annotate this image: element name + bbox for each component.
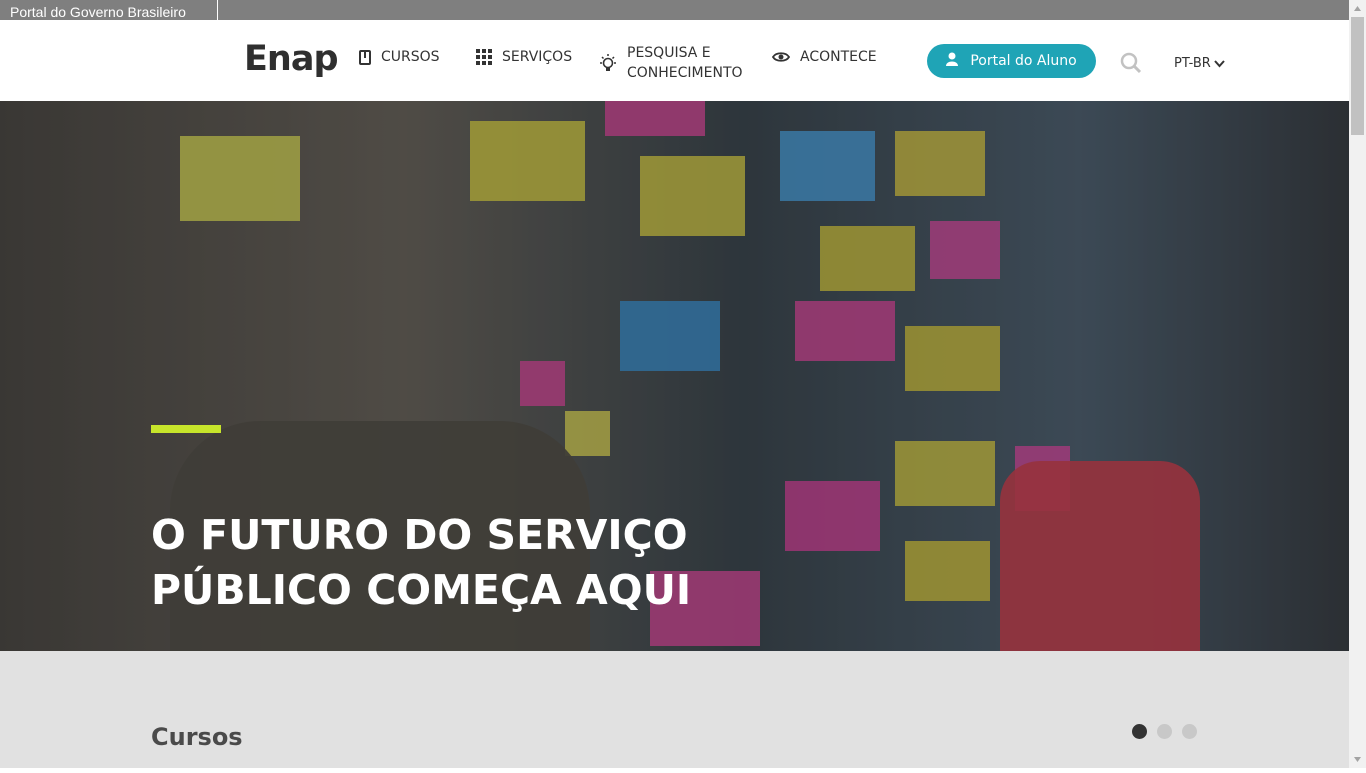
government-bar: Portal do Governo Brasileiro	[0, 0, 1349, 20]
nav-servicos[interactable]: SERVIÇOS	[476, 49, 572, 65]
lightbulb-icon	[599, 53, 617, 73]
courses-section: Cursos	[0, 651, 1349, 768]
language-selector[interactable]: PT-BR	[1174, 56, 1225, 71]
carousel-dot-2[interactable]	[1157, 724, 1172, 739]
scroll-down-arrow[interactable]	[1349, 751, 1366, 768]
user-icon	[946, 52, 959, 70]
nav-servicos-label: SERVIÇOS	[502, 49, 573, 65]
government-bar-divider	[217, 0, 218, 20]
nav-acontece-label: ACONTECE	[800, 49, 877, 65]
vertical-scrollbar[interactable]	[1349, 0, 1366, 768]
eye-icon	[772, 51, 790, 63]
book-icon	[359, 49, 371, 65]
courses-title: Cursos	[151, 722, 243, 751]
nav-acontece[interactable]: ACONTECE	[772, 49, 877, 65]
hero-title-line2: PÚBLICO COMEÇA AQUI	[151, 566, 692, 615]
nav-cursos[interactable]: CURSOS	[359, 49, 440, 65]
portal-do-aluno-button[interactable]: Portal do Aluno	[927, 44, 1096, 78]
carousel-dot-3[interactable]	[1182, 724, 1197, 739]
language-label: PT-BR	[1174, 56, 1211, 71]
chevron-down-icon	[1214, 59, 1225, 67]
search-icon	[1120, 52, 1142, 74]
enap-logo[interactable]: Enap	[244, 39, 338, 79]
site-header: Enap CURSOS SERVIÇOS PESQUISA E CONHECIM…	[0, 20, 1349, 101]
government-portal-link[interactable]: Portal do Governo Brasileiro	[10, 4, 186, 20]
hero-title-line1: O FUTURO DO SERVIÇO	[151, 511, 688, 560]
nav-pesquisa-label-line2: CONHECIMENTO	[627, 65, 743, 81]
carousel-pagination	[1132, 724, 1197, 739]
nav-pesquisa-conhecimento[interactable]: PESQUISA E CONHECIMENTO	[599, 43, 743, 83]
grid-icon	[476, 49, 492, 65]
portal-do-aluno-label: Portal do Aluno	[970, 53, 1077, 69]
carousel-dot-1[interactable]	[1132, 724, 1147, 739]
hero-accent-bar	[151, 425, 221, 433]
scrollbar-thumb[interactable]	[1351, 17, 1364, 135]
scroll-up-arrow[interactable]	[1349, 0, 1366, 17]
hero-banner: O FUTURO DO SERVIÇO PÚBLICO COMEÇA AQUI	[0, 101, 1349, 651]
search-button[interactable]	[1120, 52, 1142, 74]
nav-pesquisa-label-line1: PESQUISA E	[627, 45, 711, 61]
nav-pesquisa-label: PESQUISA E CONHECIMENTO	[627, 43, 743, 83]
nav-cursos-label: CURSOS	[381, 49, 440, 65]
hero-title: O FUTURO DO SERVIÇO PÚBLICO COMEÇA AQUI	[151, 508, 771, 618]
